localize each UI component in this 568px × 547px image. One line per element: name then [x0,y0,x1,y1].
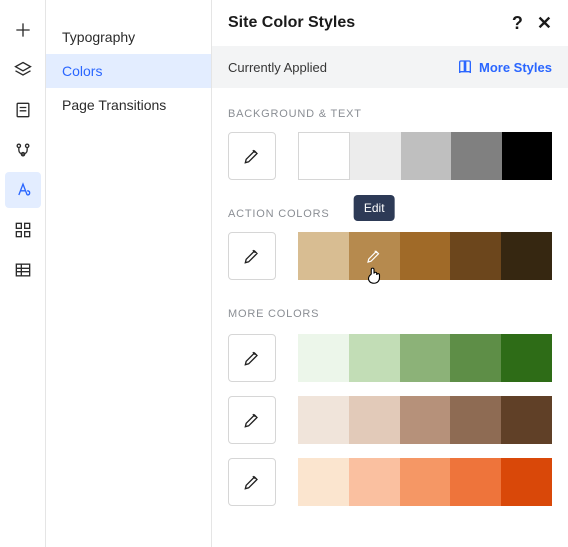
swatch-more2-2[interactable] [349,396,400,444]
swatch-more2-5[interactable] [501,396,552,444]
panel-title: Site Color Styles [228,14,512,32]
pencil-icon [242,146,262,166]
edit-more-2-button[interactable] [228,396,276,444]
swatch-bg-4[interactable] [451,132,501,180]
pencil-icon [242,246,262,266]
rail-app-market-icon[interactable] [5,132,41,168]
action-colors-section: ACTION COLORS Edit [228,208,552,280]
book-icon [457,59,473,75]
edit-more-1-button[interactable] [228,334,276,382]
subnav-item-colors[interactable]: Colors [46,54,211,88]
swatch-bg-3[interactable] [401,132,451,180]
help-icon[interactable]: ? [512,14,523,32]
more-colors-1-swatches [298,334,552,382]
swatch-action-1[interactable] [298,232,349,280]
swatch-more3-2[interactable] [349,458,400,506]
edit-more-3-button[interactable] [228,458,276,506]
rail-grid-icon[interactable] [5,212,41,248]
swatch-more2-1[interactable] [298,396,349,444]
background-swatches [298,132,552,180]
more-colors-section: MORE COLORS [228,308,552,506]
subnav-item-typography[interactable]: Typography [46,20,211,54]
swatch-bg-1[interactable] [298,132,350,180]
swatch-action-5[interactable] [501,232,552,280]
edit-action-button[interactable] [228,232,276,280]
swatch-more3-1[interactable] [298,458,349,506]
subnav-item-page-transitions[interactable]: Page Transitions [46,88,211,122]
edit-background-button[interactable] [228,132,276,180]
swatch-action-2[interactable]: Edit [349,232,400,280]
swatch-more1-5[interactable] [501,334,552,382]
pencil-icon [242,472,262,492]
swatch-more1-3[interactable] [400,334,451,382]
close-icon[interactable]: ✕ [537,14,552,32]
rail-text-style-icon[interactable] [5,172,41,208]
more-colors-3-swatches [298,458,552,506]
swatch-more2-3[interactable] [400,396,451,444]
swatch-action-4[interactable] [450,232,501,280]
more-styles-label: More Styles [479,60,552,75]
more-colors-row-1 [228,334,552,382]
swatch-more3-3[interactable] [400,458,451,506]
swatch-bg-2[interactable] [350,132,400,180]
more-colors-2-swatches [298,396,552,444]
action-colors-row: Edit [228,232,552,280]
swatch-action-3[interactable] [400,232,451,280]
cursor-hand-icon [363,264,385,286]
pencil-icon [242,348,262,368]
more-colors-row-2 [228,396,552,444]
pencil-icon [242,410,262,430]
more-colors-label: MORE COLORS [228,308,552,320]
background-text-row [228,132,552,180]
action-swatches: Edit [298,232,552,280]
swatch-more1-4[interactable] [450,334,501,382]
pencil-icon [365,247,383,265]
currently-applied-bar: Currently Applied More Styles [212,46,568,88]
background-text-section: BACKGROUND & TEXT [228,108,552,180]
swatch-more1-2[interactable] [349,334,400,382]
panel-header: Site Color Styles ? ✕ [212,0,568,46]
swatch-more3-5[interactable] [501,458,552,506]
icon-rail [0,0,46,547]
more-colors-row-3 [228,458,552,506]
swatch-more3-4[interactable] [450,458,501,506]
swatch-more2-4[interactable] [450,396,501,444]
currently-applied-label: Currently Applied [228,60,327,75]
more-styles-button[interactable]: More Styles [457,59,552,75]
rail-page-icon[interactable] [5,92,41,128]
color-styles-panel: Site Color Styles ? ✕ Currently Applied … [211,0,568,547]
action-colors-label: ACTION COLORS [228,208,552,220]
subnav: Typography Colors Page Transitions [46,0,211,547]
swatch-more1-1[interactable] [298,334,349,382]
background-text-label: BACKGROUND & TEXT [228,108,552,120]
rail-add-icon[interactable] [5,12,41,48]
rail-layers-icon[interactable] [5,52,41,88]
swatch-bg-5[interactable] [502,132,552,180]
rail-table-icon[interactable] [5,252,41,288]
